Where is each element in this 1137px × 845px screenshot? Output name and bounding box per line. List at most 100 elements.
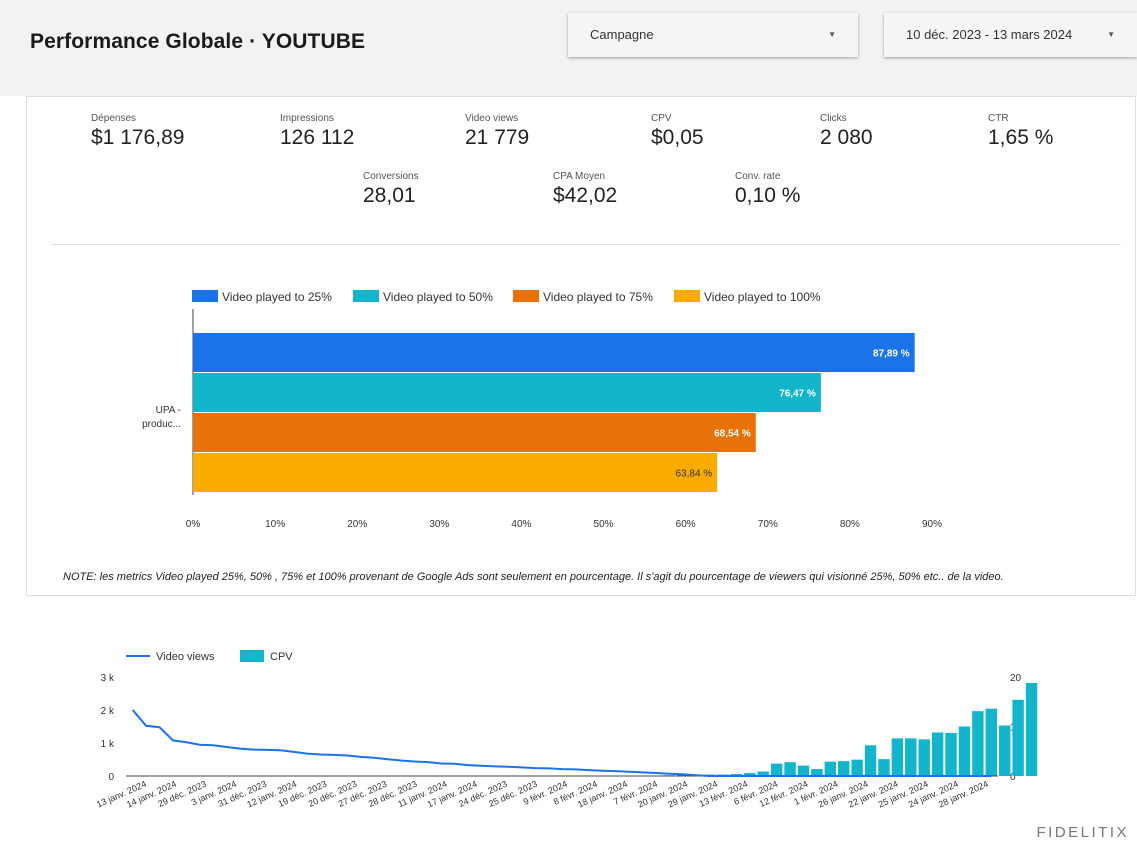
header-bar: Performance Globale · YOUTUBE Campagne ▼… (0, 0, 1137, 96)
video-played-bar-chart: UPA -produc...87,89 %76,47 %68,54 %63,84… (27, 309, 1127, 544)
cpv-bar (851, 760, 862, 776)
legend-label: CPV (270, 651, 293, 663)
date-range-dropdown[interactable]: 10 déc. 2023 - 13 mars 2024 ▼ (884, 13, 1137, 57)
date-range-label: 10 déc. 2023 - 13 mars 2024 (906, 27, 1072, 42)
x-tick-label: 40% (511, 519, 531, 530)
y-left-tick-label: 2 k (101, 706, 115, 717)
kpi-label: Dépenses (91, 113, 184, 124)
x-tick-label: 70% (758, 519, 778, 530)
cpv-bar (771, 764, 782, 776)
caret-down-icon: ▼ (1107, 13, 1115, 57)
kpi-label: CTR (988, 113, 1053, 124)
cpv-bar (905, 738, 916, 776)
bar-4 (193, 453, 717, 492)
x-tick-label: 20% (347, 519, 367, 530)
category-label-line: UPA - (156, 405, 181, 416)
kpi-spend: Dépenses $1 176,89 (91, 113, 184, 150)
cpv-bar (798, 766, 809, 776)
y-right-tick-label: 20 (1010, 673, 1022, 684)
cpv-bar (838, 761, 849, 776)
y-left-tick-label: 3 k (101, 673, 115, 684)
y-left-tick-label: 0 (108, 772, 114, 783)
bar-2 (193, 373, 821, 412)
kpi-label: Impressions (280, 113, 354, 124)
cpv-bar (811, 769, 822, 776)
cpv-bar (999, 726, 1010, 776)
category-label-line: produc... (142, 419, 181, 430)
bar-data-label: 87,89 % (873, 349, 910, 360)
x-tick-label: 0% (186, 519, 201, 530)
legend-swatch (513, 290, 539, 302)
x-tick-label: 90% (922, 519, 942, 530)
legend-label: Video views (156, 651, 215, 663)
cpv-bar (865, 745, 876, 776)
cpv-bar (932, 732, 943, 776)
cpv-bar (986, 709, 997, 776)
cpv-bar (959, 727, 970, 777)
kpi-conv-rate: Conv. rate 0,10 % (735, 171, 800, 208)
page-title: Performance Globale · YOUTUBE (30, 30, 365, 54)
cpv-bar (892, 738, 903, 776)
kpi-clicks: Clicks 2 080 (820, 113, 873, 150)
kpi-value: $42,02 (553, 184, 617, 208)
x-tick-label: 60% (676, 519, 696, 530)
kpi-label: Conv. rate (735, 171, 800, 182)
kpi-impressions: Impressions 126 112 (280, 113, 354, 150)
campaign-dropdown[interactable]: Campagne ▼ (568, 13, 858, 57)
metrics-card: Dépenses $1 176,89 Impressions 126 112 V… (26, 96, 1136, 596)
bar-data-label: 76,47 % (779, 389, 816, 400)
legend-swatch (674, 290, 700, 302)
legend-item-50[interactable]: Video played to 50% (353, 290, 493, 304)
trend-chart-section: Video viewsCPV01 k2 k3 k0102013 janv. 20… (60, 640, 1100, 840)
cpv-bar (972, 711, 983, 776)
kpi-cpa: CPA Moyen $42,02 (553, 171, 617, 208)
caret-down-icon: ▼ (828, 13, 836, 57)
kpi-value: 2 080 (820, 126, 873, 150)
bar-1 (193, 333, 915, 372)
x-tick-label: 80% (840, 519, 860, 530)
y-left-tick-label: 1 k (101, 739, 115, 750)
x-tick-label: 10% (265, 519, 285, 530)
divider (51, 244, 1121, 245)
note-text: NOTE: les metrics Video played 25%, 50% … (63, 571, 1004, 583)
kpi-conversions: Conversions 28,01 (363, 171, 419, 208)
legend-label: Video played to 50% (383, 290, 493, 304)
legend-swatch (353, 290, 379, 302)
legend-item-25[interactable]: Video played to 25% (192, 290, 332, 304)
cpv-bar (945, 733, 956, 776)
legend-label: Video played to 25% (222, 290, 332, 304)
kpi-cpv: CPV $0,05 (651, 113, 704, 150)
category-label: UPA - produc... (142, 405, 181, 430)
kpi-value: 126 112 (280, 126, 354, 150)
kpi-value: 0,10 % (735, 184, 800, 208)
legend-bar-swatch (240, 650, 264, 662)
kpi-label: CPV (651, 113, 704, 124)
legend-item-100[interactable]: Video played to 100% (674, 290, 821, 304)
bar-3 (193, 413, 756, 452)
cpv-bar (784, 762, 795, 776)
kpi-ctr: CTR 1,65 % (988, 113, 1053, 150)
kpi-value: $1 176,89 (91, 126, 184, 150)
cpv-bar (1012, 700, 1023, 776)
kpi-label: Clicks (820, 113, 873, 124)
legend-label: Video played to 75% (543, 290, 653, 304)
x-tick-label: 50% (594, 519, 614, 530)
kpi-label: Conversions (363, 171, 419, 182)
bar-data-label: 63,84 % (675, 469, 712, 480)
kpi-value: 28,01 (363, 184, 419, 208)
campaign-dropdown-label: Campagne (590, 27, 654, 42)
kpi-label: CPA Moyen (553, 171, 617, 182)
legend-label: Video played to 100% (704, 290, 821, 304)
kpi-value: 21 779 (465, 126, 529, 150)
cpv-bar (878, 759, 889, 776)
kpi-value: $0,05 (651, 126, 704, 150)
cpv-bar (1026, 683, 1037, 776)
kpi-label: Video views (465, 113, 529, 124)
cpv-bar (825, 762, 836, 776)
kpi-value: 1,65 % (988, 126, 1053, 150)
legend-swatch (192, 290, 218, 302)
legend-item-75[interactable]: Video played to 75% (513, 290, 653, 304)
cpv-bar (919, 739, 930, 776)
video-views-cpv-chart: Video viewsCPV01 k2 k3 k0102013 janv. 20… (60, 640, 1100, 840)
brand-logo: FIDELITIX (1036, 824, 1129, 841)
